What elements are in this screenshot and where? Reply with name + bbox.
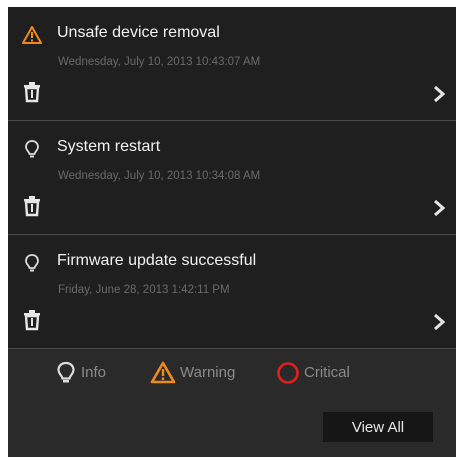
legend-info-label: Info [81, 364, 107, 381]
legend-warning-label: Warning [180, 364, 236, 381]
notification-item[interactable]: Firmware update successful Friday, June … [8, 235, 456, 349]
notification-timestamp: Friday, June 28, 2013 1:42:11 PM [58, 284, 230, 296]
notification-title: Unsafe device removal [57, 24, 220, 41]
legend-critical-label: Critical [304, 364, 350, 381]
chevron-right-icon[interactable] [432, 85, 446, 103]
notification-timestamp: Wednesday, July 10, 2013 10:34:08 AM [58, 170, 261, 182]
chevron-right-icon[interactable] [432, 199, 446, 217]
warning-icon [150, 361, 176, 384]
trash-icon[interactable] [23, 81, 41, 103]
notification-title: Firmware update successful [57, 252, 257, 269]
trash-icon[interactable] [23, 309, 41, 331]
lightbulb-icon [25, 254, 39, 272]
notification-panel: Unsafe device removal Wednesday, July 10… [8, 7, 456, 457]
legend-warning: Warning [150, 361, 250, 385]
warning-icon [22, 26, 42, 44]
legend-info: Info [55, 361, 125, 385]
legend-critical: Critical [276, 361, 376, 385]
severity-legend: Info Warning Critical [8, 349, 456, 389]
chevron-right-icon[interactable] [432, 313, 446, 331]
notification-item[interactable]: Unsafe device removal Wednesday, July 10… [8, 7, 456, 121]
view-all-button[interactable]: View All [323, 412, 433, 442]
notification-timestamp: Wednesday, July 10, 2013 10:43:07 AM [58, 56, 261, 68]
notification-item[interactable]: System restart Wednesday, July 10, 2013 … [8, 121, 456, 235]
lightbulb-icon [57, 361, 75, 383]
trash-icon[interactable] [23, 195, 41, 217]
lightbulb-icon [25, 140, 39, 158]
notification-title: System restart [57, 138, 161, 155]
critical-icon [277, 362, 299, 384]
